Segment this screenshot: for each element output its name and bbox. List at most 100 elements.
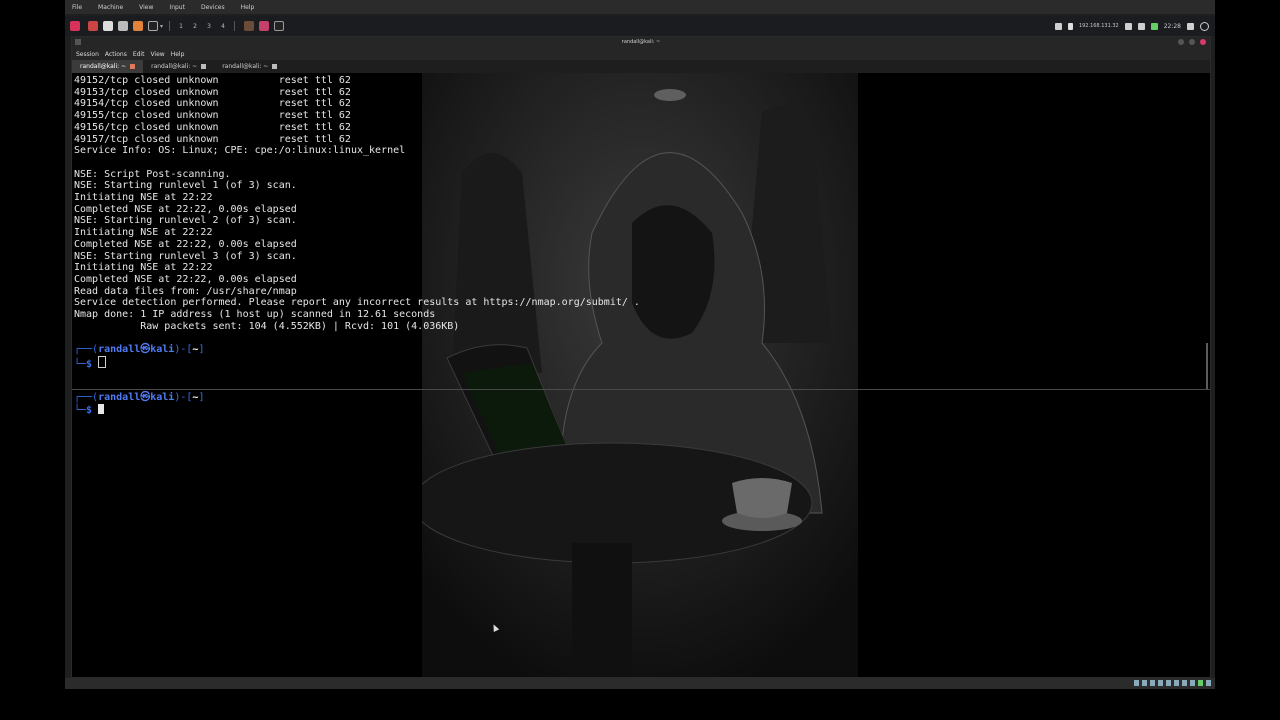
workspace-1[interactable]: 1 [174, 23, 188, 30]
tab-close-icon[interactable] [130, 64, 136, 69]
virtualbox-window: File Machine View Input Devices Help ▾ 1… [65, 0, 1215, 689]
kali-top-panel: ▾ 1 2 3 4 192.168.131.32 22:28 [65, 16, 1215, 36]
volume-icon[interactable] [1124, 22, 1132, 30]
menu-input[interactable]: Input [161, 4, 193, 11]
lock-icon[interactable] [1067, 22, 1073, 30]
output-line: Raw packets sent: 104 (4.552KB) | Rcvd: … [74, 320, 460, 332]
usb-icon[interactable] [1166, 680, 1171, 686]
output-line: NSE: Starting runlevel 1 (of 3) scan. [74, 180, 297, 192]
terminal-window: randall@kali: ~ Session Actions Edit Vie… [71, 36, 1211, 678]
output-line: 49157/tcp closed unknown reset ttl 62 [74, 133, 351, 145]
terminal-titlebar[interactable]: randall@kali: ~ [72, 37, 1210, 48]
lock-screen-icon[interactable] [1187, 22, 1194, 30]
menu-session[interactable]: Session [72, 51, 101, 58]
output-line: Initiating NSE at 22:22 [74, 192, 213, 203]
host-statusbar [65, 678, 1215, 689]
tab-close-icon[interactable] [201, 64, 207, 69]
panel-separator [234, 21, 235, 31]
output-line: Completed NSE at 22:22, 0.00s elapsed [74, 238, 297, 250]
tab-label: randall@kali: ~ [151, 63, 198, 70]
menu-edit[interactable]: Edit [129, 51, 147, 58]
display-icon[interactable] [1182, 680, 1187, 686]
tab-label: randall@kali: ~ [222, 63, 269, 70]
tab-3[interactable]: randall@kali: ~ [214, 60, 285, 73]
close-button[interactable] [1200, 39, 1206, 45]
output-line: 49154/tcp closed unknown reset ttl 62 [74, 98, 351, 110]
audio-icon[interactable] [1150, 680, 1155, 686]
prompt-line-top: ┌──(randall㉿kali)-[~] [74, 344, 205, 355]
panel-separator [169, 21, 170, 31]
app-icon[interactable] [244, 21, 254, 31]
inactive-cursor [98, 355, 107, 368]
tab-2[interactable]: randall@kali: ~ [143, 60, 214, 73]
terminal-launcher-icon[interactable] [148, 21, 158, 31]
terminal-task-icon[interactable] [274, 21, 284, 31]
terminal-pane-top[interactable]: 49152/tcp closed unknown reset ttl 62 49… [72, 73, 1202, 389]
vm-status-icons [1134, 680, 1211, 686]
file-manager-icon[interactable] [103, 21, 113, 31]
cpu-icon[interactable] [1198, 680, 1203, 686]
tab-close-icon[interactable] [272, 64, 278, 69]
terminal-body[interactable]: 49152/tcp closed unknown reset ttl 62 49… [72, 73, 1210, 677]
workspace-4[interactable]: 4 [216, 23, 230, 30]
output-line: 49153/tcp closed unknown reset ttl 62 [74, 86, 351, 98]
battery-icon[interactable] [1150, 22, 1158, 30]
workspace-3[interactable]: 3 [202, 23, 216, 30]
menu-view[interactable]: View [131, 4, 161, 11]
output-line: NSE: Starting runlevel 3 (of 3) scan. [74, 250, 297, 262]
scrollbar[interactable] [1206, 343, 1208, 389]
output-line: Read data files from: /usr/share/nmap [74, 285, 297, 297]
clock[interactable]: 22:28 [1164, 23, 1181, 30]
prompt-line-bottom: └─$ [74, 403, 105, 417]
terminal-menubar: Session Actions Edit View Help [72, 48, 1210, 60]
prompt-line-top: ┌──(randall㉿kali)-[~] [74, 392, 205, 403]
output-line: Completed NSE at 22:22, 0.00s elapsed [74, 273, 297, 285]
network-icon[interactable] [1158, 680, 1163, 686]
menu-actions[interactable]: Actions [101, 51, 129, 58]
maximize-button[interactable] [1189, 39, 1195, 45]
recording-icon[interactable] [1190, 680, 1195, 686]
display-icon[interactable] [1054, 22, 1062, 30]
output-line: 49152/tcp closed unknown reset ttl 62 [74, 75, 351, 86]
hdd-icon[interactable] [1134, 680, 1139, 686]
mouse-integration-icon[interactable] [1206, 680, 1211, 686]
output-line: Service detection performed. Please repo… [74, 297, 640, 309]
output-line: NSE: Script Post-scanning. [74, 168, 231, 180]
terminal-tabbar: randall@kali: ~ randall@kali: ~ randall@… [72, 60, 1210, 73]
output-line: 49156/tcp closed unknown reset ttl 62 [74, 121, 351, 133]
show-desktop-icon[interactable] [88, 21, 98, 31]
app-icon[interactable] [259, 21, 269, 31]
system-tray: 192.168.131.32 22:28 [1054, 16, 1209, 36]
firefox-icon[interactable] [133, 21, 143, 31]
tab-1[interactable]: randall@kali: ~ [72, 60, 144, 73]
terminal-app-icon [75, 39, 81, 45]
menu-file[interactable]: File [65, 4, 90, 11]
minimize-button[interactable] [1178, 39, 1184, 45]
output-line: Initiating NSE at 22:22 [74, 262, 213, 274]
power-icon[interactable] [1200, 21, 1209, 31]
output-line: Initiating NSE at 22:22 [74, 227, 213, 239]
chevron-down-icon[interactable]: ▾ [160, 23, 165, 30]
pane-splitter[interactable] [72, 389, 1210, 390]
workspace-2[interactable]: 2 [188, 23, 202, 30]
terminal-title: randall@kali: ~ [621, 39, 661, 45]
menu-view[interactable]: View [146, 51, 166, 58]
tab-label: randall@kali: ~ [80, 63, 127, 70]
ip-address: 192.168.131.32 [1078, 23, 1119, 29]
menu-devices[interactable]: Devices [193, 4, 233, 11]
menu-machine[interactable]: Machine [90, 4, 131, 11]
output-line: Nmap done: 1 IP address (1 host up) scan… [74, 309, 436, 320]
shared-folders-icon[interactable] [1174, 680, 1179, 686]
active-cursor [98, 403, 105, 414]
menu-help[interactable]: Help [233, 4, 263, 11]
host-menubar: File Machine View Input Devices Help [65, 0, 1215, 14]
menu-help[interactable]: Help [167, 51, 187, 58]
prompt-line-bottom: └─$ [74, 355, 107, 371]
notification-icon[interactable] [1137, 22, 1145, 30]
optical-icon[interactable] [1142, 680, 1147, 686]
text-editor-icon[interactable] [118, 21, 128, 31]
output-line: Service Info: OS: Linux; CPE: cpe:/o:lin… [74, 145, 406, 157]
output-line: 49155/tcp closed unknown reset ttl 62 [74, 110, 351, 122]
kali-menu-icon[interactable] [70, 21, 80, 31]
terminal-pane-bottom[interactable]: ┌──(randall㉿kali)-[~] └─$ [72, 391, 1202, 677]
